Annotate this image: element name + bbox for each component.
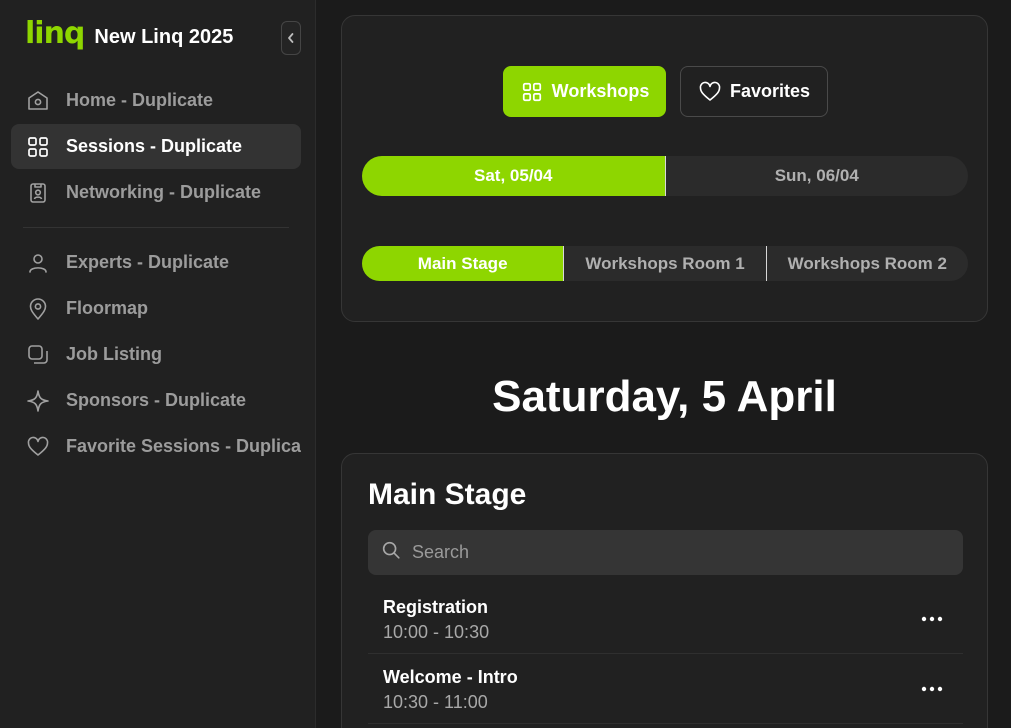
- collapse-sidebar-button[interactable]: [281, 21, 301, 55]
- search-input[interactable]: [412, 542, 932, 563]
- sessions-panel: Main Stage Registration 10:00 - 10:30: [341, 453, 988, 728]
- session-row[interactable]: Registration 10:00 - 10:30: [368, 584, 963, 654]
- job-listing-icon: [26, 343, 50, 367]
- sidebar-item-networking[interactable]: Networking - Duplicate: [11, 170, 301, 215]
- workshops-view-label: Workshops: [551, 81, 650, 101]
- day-tab-sun[interactable]: Sun, 06/04: [664, 156, 969, 196]
- session-title: Registration: [383, 597, 489, 617]
- grid-icon: [520, 80, 544, 104]
- sidebar-item-label: Floormap: [66, 298, 149, 318]
- sidebar-item-label: Networking - Duplicate: [66, 182, 262, 202]
- sidebar-item-label: Experts - Duplicate: [66, 252, 230, 272]
- more-horizontal-icon: [921, 686, 943, 692]
- search-icon: [380, 539, 402, 566]
- map-pin-icon: [26, 297, 50, 321]
- session-time: 10:30 - 11:00: [383, 692, 488, 712]
- sidebar-item-label: Sessions - Duplicate: [66, 136, 243, 156]
- main-content: Workshops Favorites Sat, 05/04 Sun, 06/0…: [316, 0, 1011, 728]
- filter-panel: Workshops Favorites Sat, 05/04 Sun, 06/0…: [341, 15, 988, 322]
- session-more-button[interactable]: [917, 604, 947, 634]
- sidebar-item-favorite-sessions[interactable]: Favorite Sessions - Duplicate: [11, 424, 301, 469]
- room-tab-main-stage[interactable]: Main Stage: [362, 246, 564, 281]
- day-selector: Sat, 05/04 Sun, 06/04: [362, 156, 968, 196]
- app-root: linq New Linq 2025 Home - Duplicate Sess…: [0, 0, 1011, 728]
- sidebar-item-experts[interactable]: Experts - Duplicate: [11, 240, 301, 285]
- sidebar-item-job-listing[interactable]: Job Listing: [11, 332, 301, 377]
- badge-icon: [26, 181, 50, 205]
- sidebar-item-label: Favorite Sessions - Duplicate: [66, 436, 301, 456]
- heart-icon: [698, 80, 722, 104]
- session-time: 10:00 - 10:30: [383, 622, 490, 642]
- chevron-left-icon: [288, 33, 294, 43]
- session-row[interactable]: Welcome - Intro 10:30 - 11:00: [368, 654, 963, 724]
- sidebar-divider: [23, 227, 289, 228]
- session-title: Welcome - Intro: [383, 667, 518, 687]
- workshops-view-button[interactable]: Workshops: [503, 66, 666, 117]
- session-more-button[interactable]: [917, 674, 947, 704]
- day-tab-sat[interactable]: Sat, 05/04: [362, 156, 665, 196]
- session-list: Registration 10:00 - 10:30 Welcome - Int…: [368, 584, 963, 724]
- user-icon: [26, 251, 50, 275]
- brand[interactable]: linq New Linq 2025: [25, 16, 234, 54]
- home-icon: [26, 89, 50, 113]
- sidebar-item-sessions[interactable]: Sessions - Duplicate: [11, 124, 301, 169]
- sidebar-item-label: Home - Duplicate: [66, 90, 214, 110]
- grid-icon: [26, 135, 50, 159]
- sparkle-icon: [26, 389, 50, 413]
- sidebar: linq New Linq 2025 Home - Duplicate Sess…: [0, 0, 316, 728]
- app-name: New Linq 2025: [94, 25, 234, 48]
- room-selector: Main Stage Workshops Room 1 Workshops Ro…: [362, 246, 968, 281]
- sidebar-item-label: Sponsors - Duplicate: [66, 390, 247, 410]
- day-heading: Saturday, 5 April: [492, 372, 837, 421]
- room-title: Main Stage: [368, 478, 527, 511]
- room-tab-workshops-room-1[interactable]: Workshops Room 1: [563, 246, 765, 281]
- sidebar-item-label: Job Listing: [66, 344, 162, 364]
- sidebar-item-floormap[interactable]: Floormap: [11, 286, 301, 331]
- favorites-view-button[interactable]: Favorites: [680, 66, 828, 117]
- sidebar-item-home[interactable]: Home - Duplicate: [11, 78, 301, 123]
- room-tab-workshops-room-2[interactable]: Workshops Room 2: [765, 246, 968, 281]
- sidebar-item-sponsors[interactable]: Sponsors - Duplicate: [11, 378, 301, 423]
- search-field[interactable]: [368, 530, 963, 575]
- sidebar-nav: Home - Duplicate Sessions - Duplicate Ne…: [11, 78, 301, 470]
- more-horizontal-icon: [921, 616, 943, 622]
- heart-icon: [26, 435, 50, 459]
- favorites-view-label: Favorites: [729, 81, 811, 101]
- linq-logo: linq: [25, 16, 85, 51]
